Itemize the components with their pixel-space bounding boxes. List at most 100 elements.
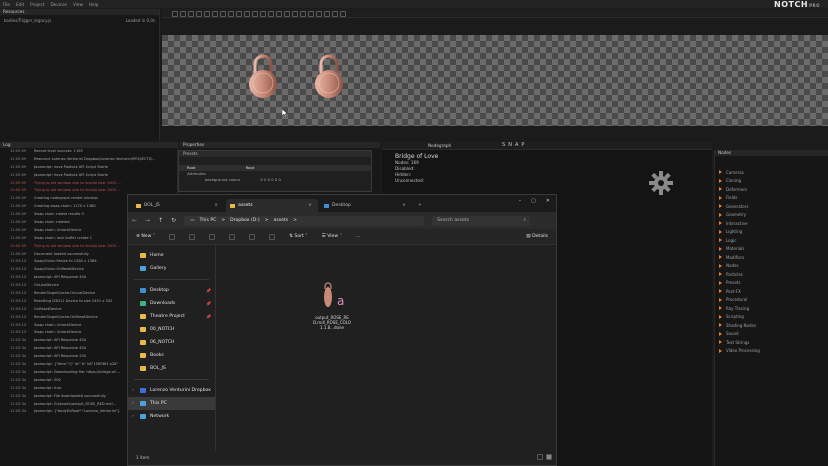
new-button[interactable]: ⊕ New ˅ — [136, 234, 155, 239]
toolbar-button[interactable] — [220, 10, 226, 17]
crumb-this-pc[interactable]: This PC — [199, 216, 216, 226]
toolbar-button[interactable] — [300, 10, 306, 17]
crumb-dropbox[interactable]: Dropbox (D:) — [230, 216, 260, 226]
node-category[interactable]: Presets — [715, 279, 828, 288]
copy-icon[interactable] — [189, 233, 196, 240]
nav-item[interactable]: Gallery — [128, 262, 215, 275]
delete-icon[interactable] — [269, 233, 276, 240]
thumbnail-view-icon[interactable] — [546, 454, 552, 460]
toolbar-button[interactable] — [340, 10, 346, 17]
toolbar-button[interactable] — [244, 10, 250, 17]
toolbar-button[interactable] — [212, 10, 218, 17]
tab-assets[interactable]: assets × — [226, 199, 318, 212]
toolbar-button[interactable] — [196, 10, 202, 17]
node-category[interactable]: Nodes — [715, 262, 828, 271]
node-category[interactable]: Sound — [715, 330, 828, 339]
view-button[interactable]: ☰ View ˅ — [322, 234, 342, 239]
node-category[interactable]: Logic — [715, 236, 828, 245]
node-category[interactable]: Procedural — [715, 296, 828, 305]
close-icon[interactable]: × — [402, 199, 406, 212]
node-category[interactable]: Modifiers — [715, 253, 828, 262]
details-button[interactable]: ▤ Details — [526, 234, 548, 239]
toolbar-button[interactable] — [236, 10, 242, 17]
rename-icon[interactable] — [229, 233, 236, 240]
refresh-icon[interactable]: ↻ — [171, 217, 176, 224]
toolbar-button[interactable] — [332, 10, 338, 17]
node-category[interactable]: Shading Nodes — [715, 321, 828, 330]
more-button[interactable]: ... — [356, 234, 360, 239]
node-category[interactable]: Text Strings — [715, 338, 828, 347]
menu-item[interactable]: Help — [89, 2, 99, 7]
nav-item[interactable]: Desktop 📌 — [128, 284, 215, 297]
presets-header[interactable]: Presets — [179, 151, 371, 157]
paste-icon[interactable] — [209, 233, 216, 240]
toolbar-button[interactable] — [324, 10, 330, 17]
forward-icon[interactable]: → — [145, 217, 150, 224]
toolbar-button[interactable] — [228, 10, 234, 17]
node-category[interactable]: Deformers — [715, 185, 828, 194]
toolbar-button[interactable] — [252, 10, 258, 17]
cut-icon[interactable] — [169, 233, 176, 240]
crumb-assets[interactable]: assets — [274, 216, 289, 226]
chevron-right-icon[interactable]: › — [132, 401, 134, 406]
up-icon[interactable]: ↑ — [158, 217, 163, 224]
node-category[interactable]: Scripting — [715, 313, 828, 322]
nav-item[interactable]: 06_NOTCH — [128, 336, 215, 349]
close-icon[interactable]: × — [308, 199, 312, 212]
node-category[interactable]: Ray Tracing — [715, 304, 828, 313]
pin-icon[interactable]: 📌 — [206, 301, 211, 306]
close-window-icon[interactable]: ✕ — [546, 198, 550, 204]
toolbar-button[interactable] — [180, 10, 186, 17]
nav-item[interactable]: BOL_JS — [128, 362, 215, 375]
nav-item[interactable]: Books — [128, 349, 215, 362]
menu-item[interactable]: File — [3, 2, 10, 7]
pin-icon[interactable]: 📌 — [206, 288, 211, 293]
share-icon[interactable] — [249, 233, 256, 240]
toolbar-button[interactable] — [292, 10, 298, 17]
toolbar-button[interactable] — [204, 10, 210, 17]
nav-item[interactable]: › Lorenzo Venturini Dropbox — [128, 384, 215, 397]
background-colour-row[interactable]: background colour 0 0 0 0 0 0 — [179, 177, 371, 183]
node-category[interactable]: Post-FX — [715, 287, 828, 296]
nav-item[interactable]: › This PC — [128, 397, 215, 410]
chevron-right-icon[interactable]: › — [132, 414, 134, 419]
new-tab-button[interactable]: + — [414, 199, 428, 212]
node-category[interactable]: Generators — [715, 202, 828, 211]
toolbar-button[interactable] — [260, 10, 266, 17]
menu-item[interactable]: Devices — [50, 2, 67, 7]
toolbar-button[interactable] — [308, 10, 314, 17]
toolbar-button[interactable] — [316, 10, 322, 17]
node-category[interactable]: Materials — [715, 245, 828, 254]
node-category[interactable]: Geometry — [715, 211, 828, 220]
snap-n[interactable]: N — [508, 142, 515, 148]
toolbar-button[interactable] — [276, 10, 282, 17]
close-icon[interactable]: × — [214, 199, 218, 212]
tab-desktop[interactable]: Desktop × — [320, 199, 412, 212]
node-category[interactable]: Fields — [715, 194, 828, 203]
node-category[interactable]: Interactive — [715, 219, 828, 228]
nav-item[interactable]: › Network — [128, 410, 215, 423]
pin-icon[interactable]: 📌 — [206, 314, 211, 319]
menu-item[interactable]: View — [73, 2, 83, 7]
node-category[interactable]: Particles — [715, 270, 828, 279]
node-category[interactable]: Cloning — [715, 177, 828, 186]
details-view-icon[interactable] — [537, 454, 543, 460]
breadcrumb[interactable]: ▭ This PC > Dropbox (D:) > assets > — [184, 215, 425, 226]
maximize-icon[interactable]: ▢ — [531, 198, 536, 204]
file-area[interactable]: a output_ROSE_RE D.mdl_ROSE_COLO 1.1.8..… — [216, 245, 556, 451]
back-icon[interactable]: ← — [132, 217, 137, 224]
toolbar-button[interactable] — [188, 10, 194, 17]
nav-item[interactable]: Theatre Project 📌 — [128, 310, 215, 323]
nav-item[interactable]: 00_NOTCH — [128, 323, 215, 336]
sort-button[interactable]: ⇅ Sort ˅ — [289, 234, 308, 239]
resource-row[interactable]: bodies/Trigger_legacy.js Loaded in 0.0s — [0, 18, 159, 23]
node-category[interactable]: Lighting — [715, 228, 828, 237]
search-input[interactable]: Search assets ⌕ — [432, 215, 531, 226]
minimize-icon[interactable]: – — [519, 198, 522, 204]
node-category[interactable]: Cameras — [715, 168, 828, 177]
toolbar-button[interactable] — [268, 10, 274, 17]
snap-p[interactable]: P — [521, 142, 527, 148]
toolbar-button[interactable] — [172, 10, 178, 17]
menu-item[interactable]: Edit — [16, 2, 24, 7]
menu-item[interactable]: Project — [30, 2, 44, 7]
